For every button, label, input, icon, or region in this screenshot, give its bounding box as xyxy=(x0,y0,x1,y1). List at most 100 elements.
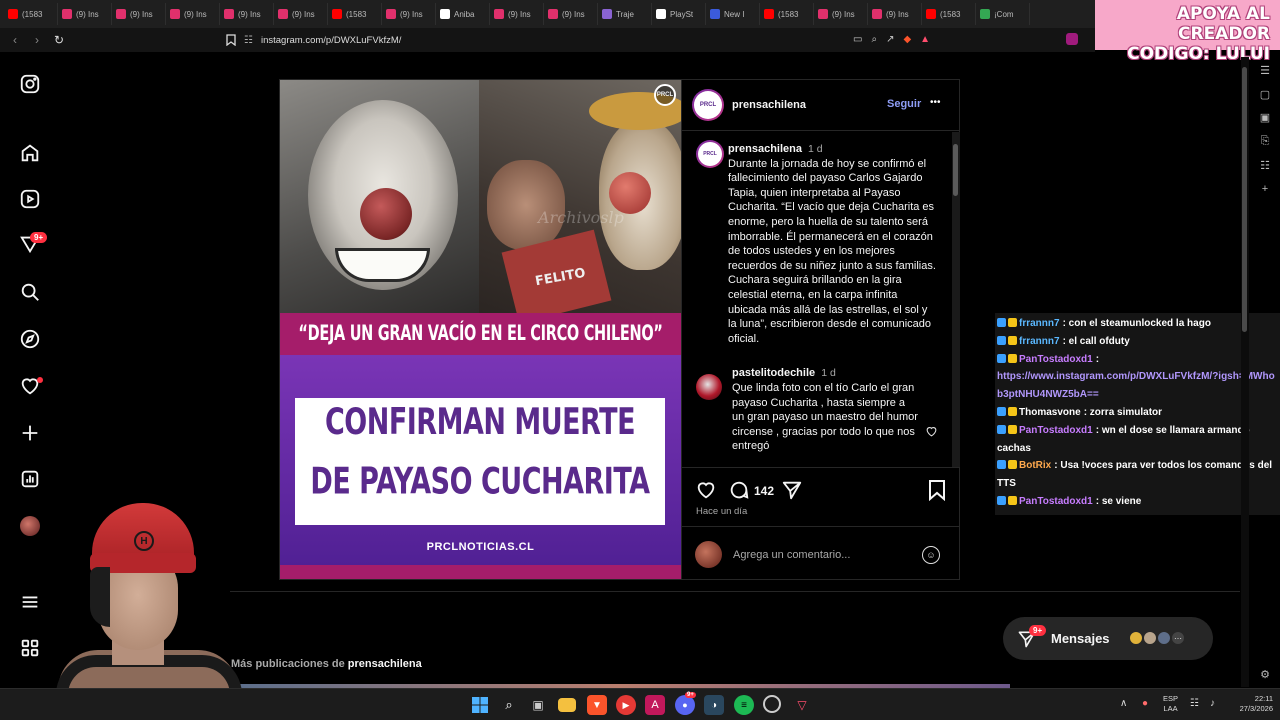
reload-icon[interactable]: ↻ xyxy=(48,29,70,51)
browser-tab[interactable]: (1583 xyxy=(760,3,814,25)
mic-icon[interactable]: ● xyxy=(1142,698,1148,709)
sidebar-bookmarks-icon[interactable]: ⎘ xyxy=(1257,133,1273,149)
discord-icon[interactable]: ● xyxy=(675,695,695,715)
chat-link[interactable]: https://www.instagram.com/p/DWXLuFVkfzM/… xyxy=(997,368,1278,404)
zoom-icon[interactable]: ⌕ xyxy=(871,34,877,45)
instagram-logo-icon[interactable] xyxy=(14,68,46,100)
rewards-icon[interactable]: ▲ xyxy=(920,34,930,45)
windows-start-icon[interactable] xyxy=(470,695,490,715)
browser-tab[interactable]: (9) Ins xyxy=(112,3,166,25)
messages-label: Mensajes xyxy=(1051,631,1110,646)
forward-icon[interactable]: › xyxy=(26,29,48,51)
site-info-icon[interactable]: ☷ xyxy=(244,35,253,46)
browser-tab[interactable]: (1583 xyxy=(922,3,976,25)
heart-icon[interactable] xyxy=(14,370,46,402)
obs-icon[interactable] xyxy=(763,695,781,713)
browser-tab[interactable]: (9) Ins xyxy=(274,3,328,25)
caption-author[interactable]: prensachilena xyxy=(728,143,802,155)
browser-tab[interactable]: (9) Ins xyxy=(58,3,112,25)
clock[interactable]: 22:11 27/3/2026 xyxy=(1228,694,1273,714)
caption-avatar[interactable]: PRCL xyxy=(696,140,724,168)
reels-icon[interactable] xyxy=(14,183,46,215)
brave-shield-icon[interactable]: ◆ xyxy=(903,34,911,45)
sidebar-tabs-icon[interactable]: ▢ xyxy=(1257,86,1273,102)
author-name[interactable]: prensachilena xyxy=(732,99,806,111)
browser-tab[interactable]: Traje xyxy=(598,3,652,25)
browser-tab[interactable]: (9) Ins xyxy=(544,3,598,25)
browser-tab[interactable]: New I xyxy=(706,3,760,25)
sidebar-wallet-icon[interactable]: ▣ xyxy=(1257,109,1273,125)
chat-username[interactable]: frrannn7 xyxy=(1019,318,1060,329)
like-icon[interactable] xyxy=(695,479,717,506)
tab-favicon-icon xyxy=(278,9,288,19)
messages-button[interactable]: 9+ Mensajes ⋯ xyxy=(1003,617,1213,660)
chat-username[interactable]: frrannn7 xyxy=(1019,336,1060,347)
browser-tab[interactable]: (9) Ins xyxy=(382,3,436,25)
back-icon[interactable]: ‹ xyxy=(4,29,26,51)
cast-icon[interactable]: ▭ xyxy=(853,34,862,45)
share-icon[interactable] xyxy=(781,479,803,506)
chat-username[interactable]: PanTostadoxd1 xyxy=(1019,354,1093,365)
chat-username[interactable]: PanTostadoxd1 xyxy=(1019,425,1093,436)
steam-icon[interactable]: ◑ xyxy=(704,695,724,715)
page-scrollbar[interactable] xyxy=(1241,57,1249,687)
author-avatar[interactable]: PRCL xyxy=(692,89,724,121)
chat-username[interactable]: Thomasvone xyxy=(1019,407,1081,418)
insights-icon[interactable] xyxy=(14,463,46,495)
task-view-icon[interactable]: ▣ xyxy=(528,695,548,715)
emoji-icon[interactable]: ☺ xyxy=(922,546,940,564)
also-from-meta-icon[interactable] xyxy=(14,632,46,664)
spotify-icon[interactable]: ≡ xyxy=(734,695,754,715)
network-icon[interactable]: ☷ xyxy=(1190,698,1199,709)
sidebar-reading-list-icon[interactable]: ☷ xyxy=(1257,157,1273,173)
browser-tab[interactable]: ¡Com xyxy=(976,3,1030,25)
post-image[interactable]: FELITO Archivoslp PRCL “DEJA UN GRAN VAC… xyxy=(280,80,681,579)
browser-tab[interactable]: (9) Ins xyxy=(814,3,868,25)
more-options-icon[interactable]: ••• xyxy=(930,97,941,108)
more-posts-author[interactable]: prensachilena xyxy=(348,658,422,670)
file-explorer-icon[interactable] xyxy=(558,698,576,712)
profile-avatar[interactable] xyxy=(20,516,40,536)
compass-icon[interactable] xyxy=(14,323,46,355)
browser-tab[interactable]: (9) Ins xyxy=(220,3,274,25)
browser-tab[interactable]: (9) Ins xyxy=(490,3,544,25)
taskbar-search-icon[interactable]: ⌕ xyxy=(499,695,519,715)
sidebar-collapse-icon[interactable]: ☰ xyxy=(1257,62,1273,78)
browser-tab[interactable]: (1583 xyxy=(328,3,382,25)
extension-icon[interactable] xyxy=(1066,33,1078,45)
comments-scroll[interactable]: prensachilena 1 d Durante la jornada de … xyxy=(728,142,936,464)
browser-tab[interactable]: (1583 xyxy=(4,3,58,25)
brave-icon[interactable]: ▼ xyxy=(587,695,607,715)
save-icon[interactable] xyxy=(928,479,946,506)
follow-button[interactable]: Seguir xyxy=(887,98,921,110)
bookmark-icon[interactable] xyxy=(220,29,242,51)
share-icon[interactable]: ↗ xyxy=(886,34,894,45)
adobe-icon[interactable]: A xyxy=(645,695,665,715)
comment-icon[interactable] xyxy=(728,479,750,506)
comment-avatar[interactable] xyxy=(696,374,722,400)
comment-like-icon[interactable] xyxy=(925,425,938,443)
tab-label: (1583 xyxy=(940,9,961,19)
tray-overflow-icon[interactable]: ∧ xyxy=(1120,698,1127,709)
media-player-icon[interactable]: ▶ xyxy=(616,695,636,715)
chat-username[interactable]: BotRix xyxy=(1019,460,1051,471)
add-comment-input[interactable]: Agrega un comentario... xyxy=(733,549,850,561)
language-indicator[interactable]: ESP LAA xyxy=(1163,694,1178,714)
volume-icon[interactable]: ♪ xyxy=(1210,698,1215,709)
search-icon[interactable] xyxy=(14,276,46,308)
menu-icon[interactable] xyxy=(14,586,46,618)
browser-tab[interactable]: Aniba xyxy=(436,3,490,25)
sidebar-add-icon[interactable]: + xyxy=(1257,181,1273,197)
browser-tab[interactable]: (9) Ins xyxy=(868,3,922,25)
messages-badge: 9+ xyxy=(1029,625,1047,636)
browser-tab[interactable]: (9) Ins xyxy=(166,3,220,25)
sidebar-settings-icon[interactable]: ⚙ xyxy=(1257,666,1273,682)
panel-scrollbar[interactable] xyxy=(952,132,960,467)
chat-username[interactable]: PanTostadoxd1 xyxy=(1019,496,1093,507)
browser-tab[interactable]: PlaySt xyxy=(652,3,706,25)
create-icon[interactable] xyxy=(14,417,46,449)
comment-author[interactable]: pastelitodechile xyxy=(732,367,815,379)
home-icon[interactable] xyxy=(14,137,46,169)
app-icon[interactable]: ▽ xyxy=(792,695,812,715)
headline-box: CONFIRMAN MUERTE DE PAYASO CUCHARITA xyxy=(295,398,665,525)
